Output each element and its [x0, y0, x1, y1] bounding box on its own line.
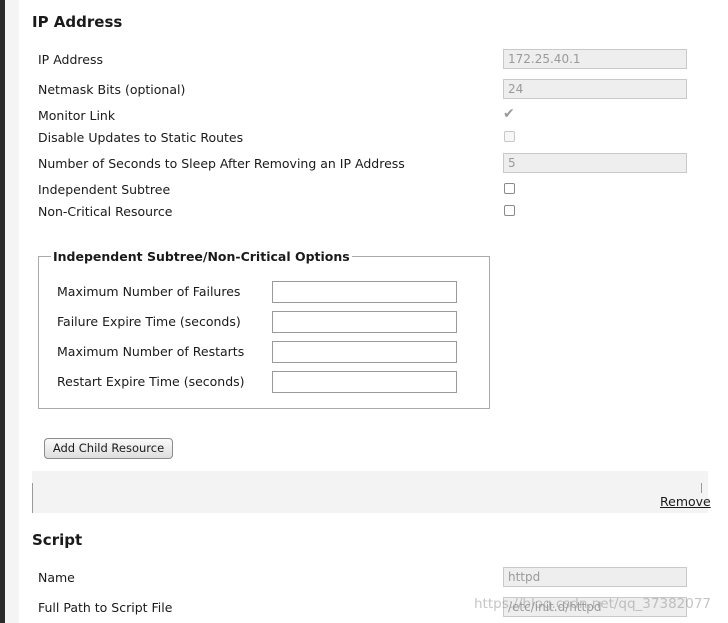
resource-footer-band [32, 471, 708, 513]
ip-address-label: IP Address [38, 52, 103, 67]
options-legend: Independent Subtree/Non-Critical Options [53, 249, 350, 264]
remove-link[interactable]: Remove [660, 494, 711, 509]
script-name-field[interactable]: httpd [503, 567, 687, 587]
monitor-link-checkbox[interactable]: ✔ [503, 107, 515, 121]
ip-address-field[interactable]: 172.25.40.1 [503, 49, 687, 69]
disable-updates-label: Disable Updates to Static Routes [38, 130, 244, 145]
monitor-link-label: Monitor Link [38, 108, 116, 123]
netmask-field[interactable]: 24 [503, 79, 687, 99]
netmask-label: Netmask Bits (optional) [38, 82, 186, 97]
add-child-resource-button[interactable]: Add Child Resource [44, 438, 173, 459]
max-failures-input[interactable] [272, 281, 457, 303]
band-right-line [701, 483, 702, 493]
max-restarts-input[interactable] [272, 341, 457, 363]
disable-updates-checkbox[interactable] [504, 131, 515, 142]
left-gutter [5, 0, 19, 623]
sleep-seconds-field[interactable]: 5 [503, 153, 687, 173]
restart-expire-input[interactable] [272, 371, 457, 393]
non-critical-checkbox[interactable] [504, 205, 515, 216]
max-failures-label: Maximum Number of Failures [57, 284, 241, 299]
ip-section-title: IP Address [32, 13, 123, 31]
max-restarts-label: Maximum Number of Restarts [57, 344, 245, 359]
script-path-label: Full Path to Script File [38, 600, 173, 615]
independent-subtree-label: Independent Subtree [38, 182, 171, 197]
restart-expire-label: Restart Expire Time (seconds) [57, 374, 245, 389]
watermark: https://blog.csdn.net/qq_37382077 [474, 596, 712, 612]
script-section-title: Script [32, 531, 83, 549]
script-name-label: Name [38, 570, 75, 585]
non-critical-label: Non-Critical Resource [38, 204, 173, 219]
failure-expire-label: Failure Expire Time (seconds) [57, 314, 241, 329]
independent-subtree-checkbox[interactable] [504, 183, 515, 194]
failure-expire-input[interactable] [272, 311, 457, 333]
band-left-line [32, 483, 33, 513]
sleep-seconds-label: Number of Seconds to Sleep After Removin… [38, 156, 405, 171]
